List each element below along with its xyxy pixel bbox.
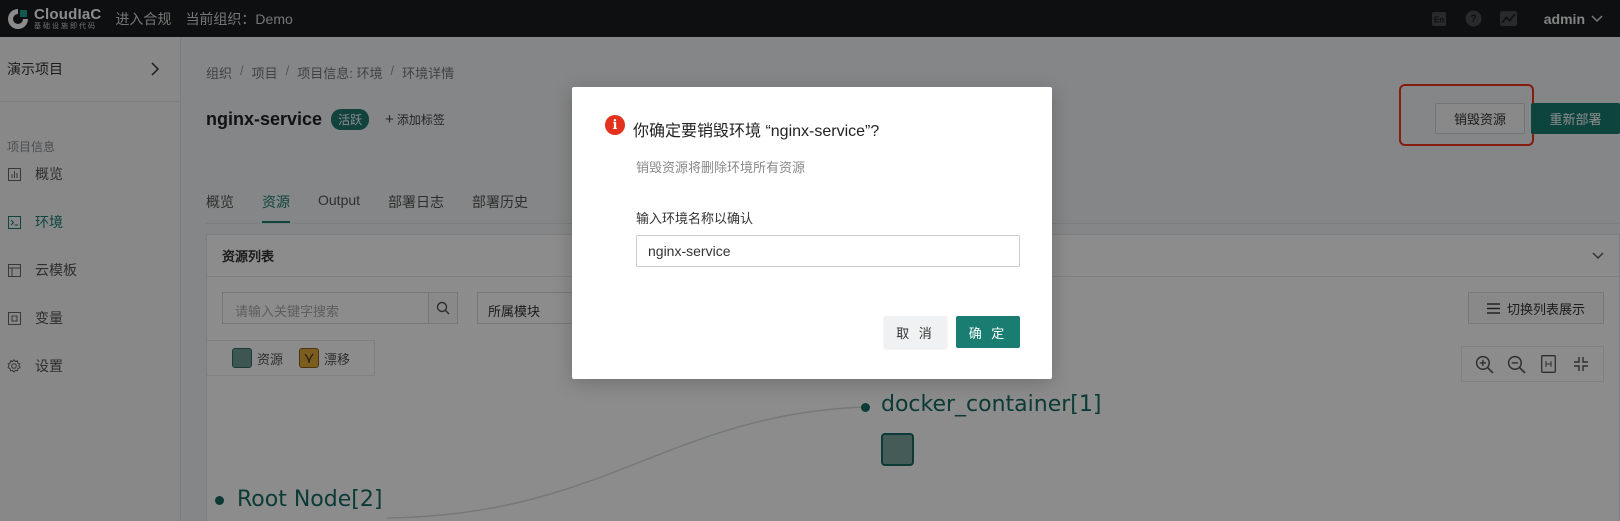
confirm-input-label: 输入环境名称以确认 <box>636 211 754 226</box>
confirm-button[interactable]: 确 定 <box>956 316 1020 348</box>
dialog-description: 销毁资源将删除环境所有资源 <box>636 160 806 175</box>
warning-icon: i <box>605 115 625 135</box>
dialog-title: 你确定要销毁环境 “nginx-service”? <box>633 123 880 140</box>
cancel-button[interactable]: 取 消 <box>884 316 947 348</box>
confirm-destroy-dialog: i 你确定要销毁环境 “nginx-service”? 销毁资源将删除环境所有资… <box>572 87 1052 379</box>
env-name-input[interactable]: nginx-service <box>636 235 1020 267</box>
